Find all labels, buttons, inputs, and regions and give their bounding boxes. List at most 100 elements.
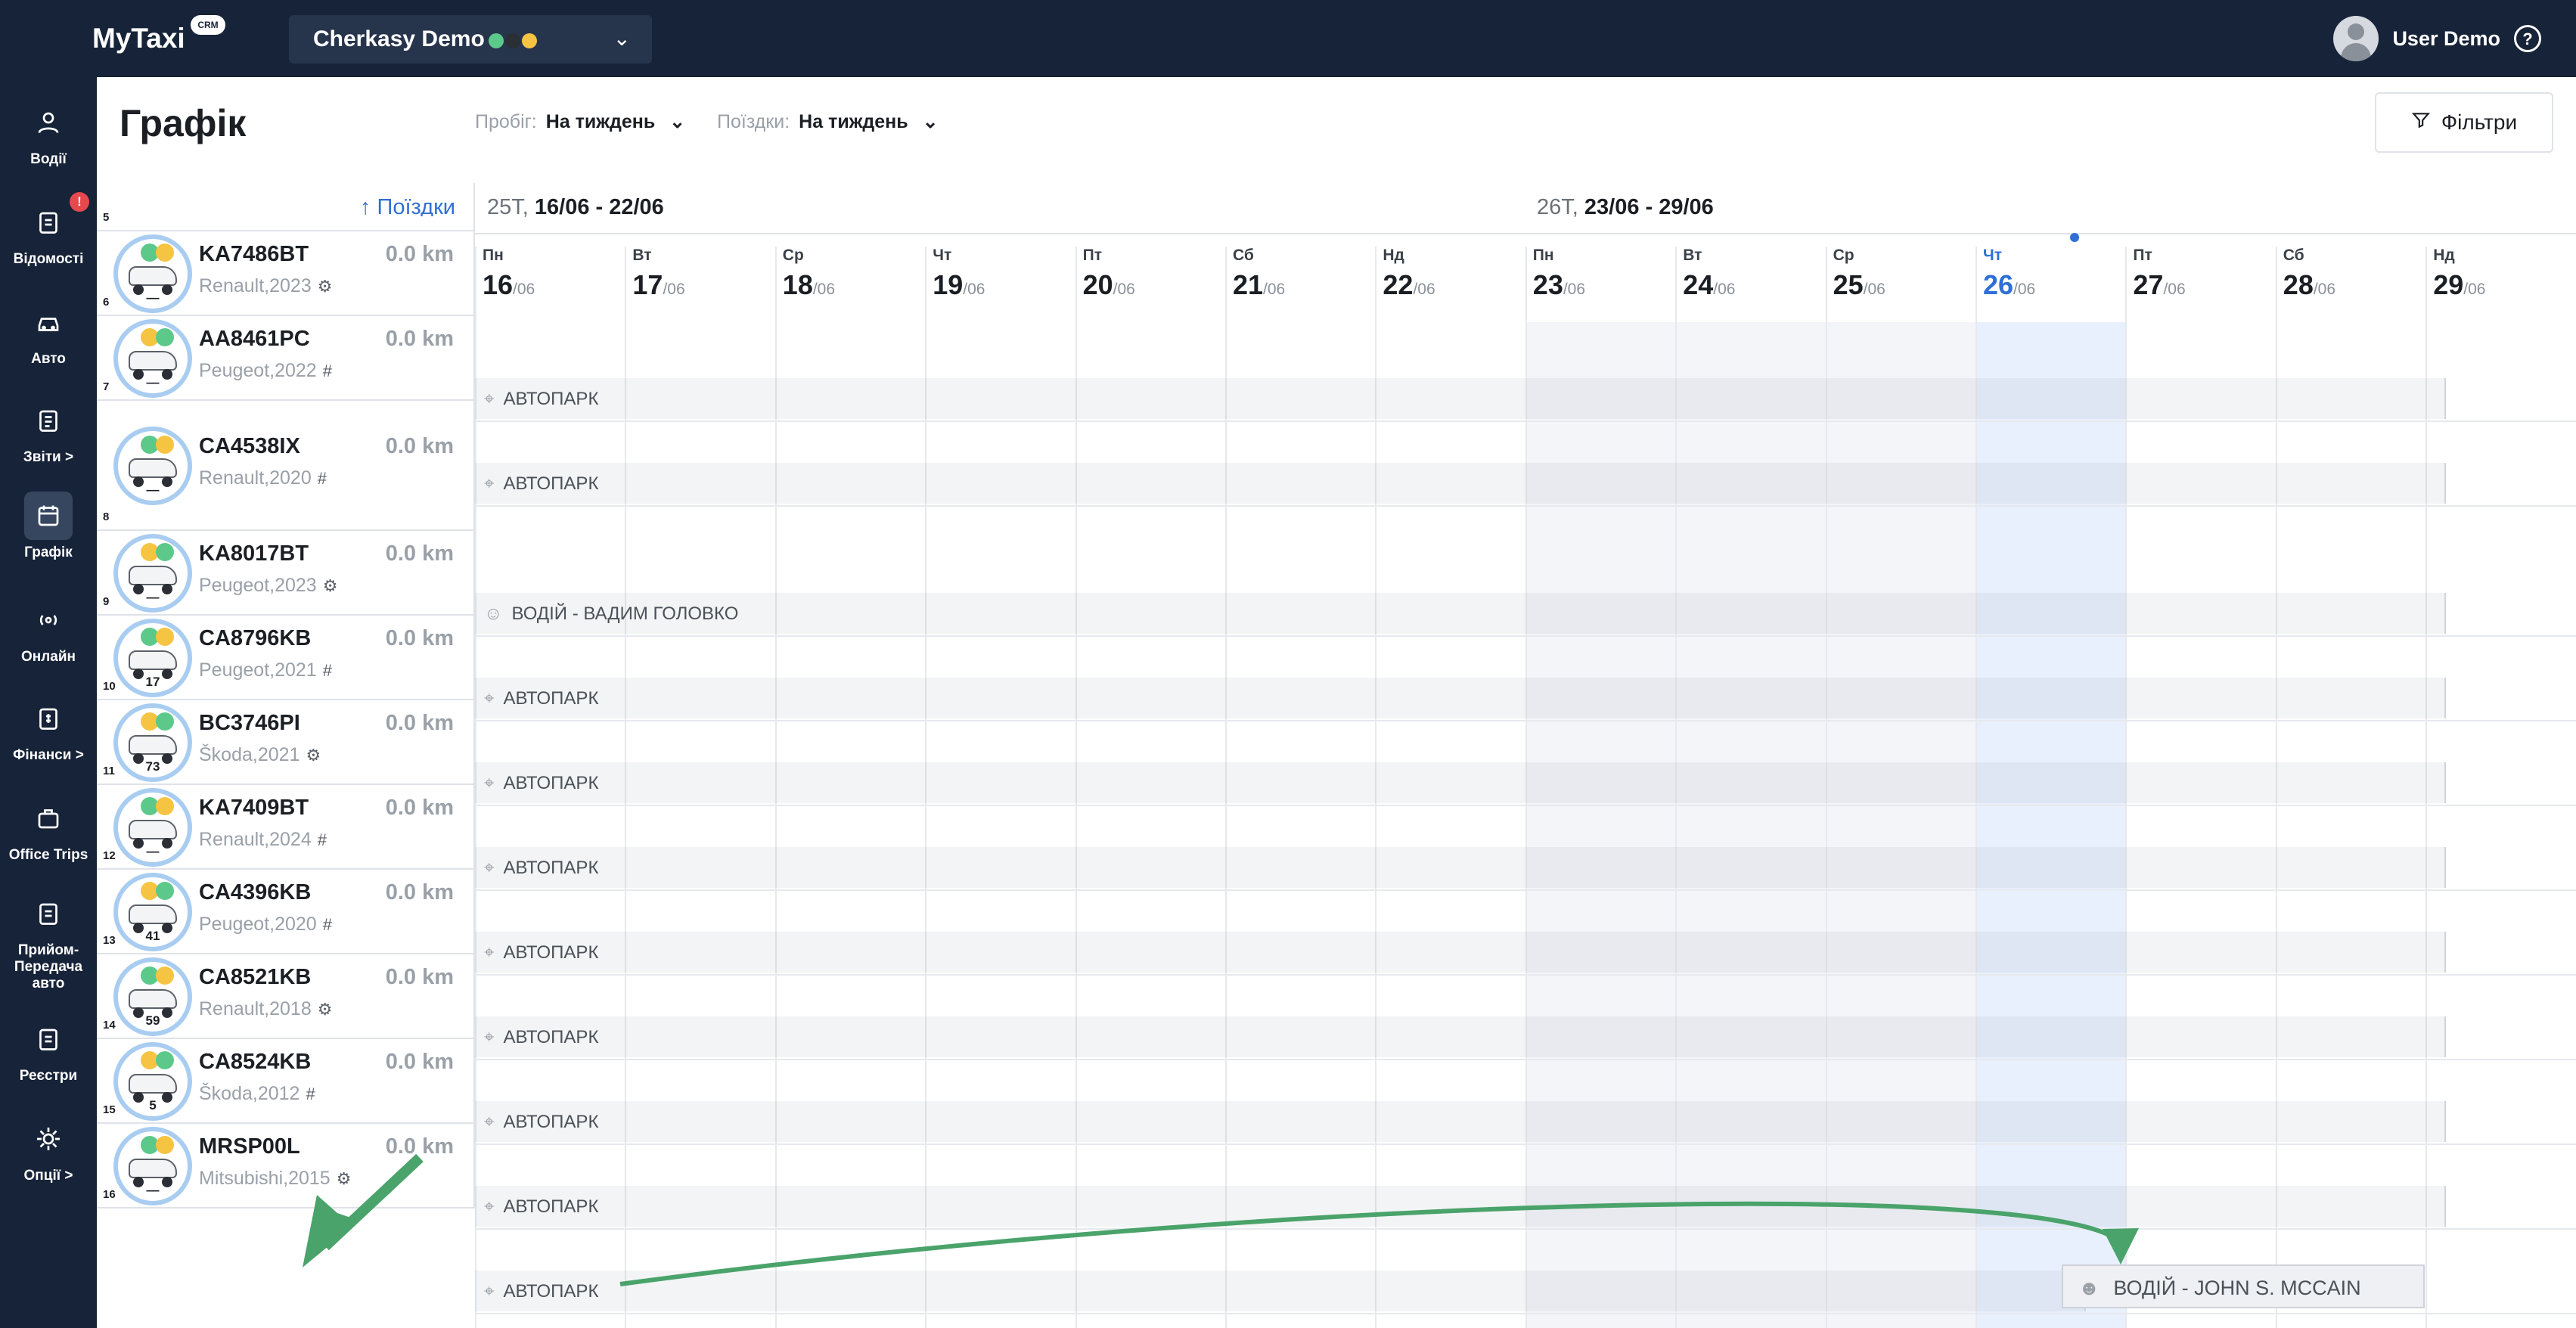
- mileage: 0.0 km: [385, 711, 454, 735]
- day-header[interactable]: Сб 28/06: [2275, 247, 2426, 322]
- sidebar-item-10[interactable]: Опції >: [0, 1115, 97, 1184]
- sidebar-item-7[interactable]: Office Trips: [0, 794, 97, 864]
- sidebar-item-2[interactable]: Авто: [0, 298, 97, 368]
- day-date: 22/06: [1383, 269, 1525, 301]
- filters-button[interactable]: Фільтри: [2375, 92, 2553, 153]
- vehicle-row[interactable]: 6 — KA7486BT 0.0 km Renault,2023 ⚙: [97, 231, 475, 316]
- schedule-assignment[interactable]: ⌖ АВТОПАРК: [475, 463, 2446, 504]
- vehicle-row[interactable]: 10 17 CA8796KB 0.0 km Peugeot,2021 #: [97, 616, 475, 700]
- assignment-text: АВТОПАРК: [503, 1196, 599, 1217]
- day-header[interactable]: Ср 18/06: [774, 247, 926, 322]
- app-logo[interactable]: MyTaxi: [92, 23, 185, 54]
- vehicle-row[interactable]: 16 — MRSP00L 0.0 km Mitsubishi,2015 ⚙: [97, 1124, 475, 1209]
- sidebar-item-9[interactable]: Реєстри: [0, 1015, 97, 1084]
- schedule-assignment[interactable]: ⌖ АВТОПАРК: [475, 762, 2446, 803]
- assignment-driver-john-mccain[interactable]: ☻ ВОДІЙ - JOHN S. MCCAIN: [2062, 1264, 2425, 1308]
- day-weekday: Пт: [2133, 247, 2152, 264]
- sidebar-item-8[interactable]: Прийом-Передача авто: [0, 889, 97, 992]
- location-pin-icon: ⌖: [484, 942, 495, 963]
- schedule-assignment[interactable]: ⌖ АВТОПАРК: [475, 678, 2446, 718]
- vehicle-photo: —: [113, 234, 192, 313]
- vehicle-row[interactable]: 13 41 CA4396KB 0.0 km Peugeot,2020 #: [97, 870, 475, 954]
- current-time-marker: [2070, 233, 2079, 242]
- mileage-value: На тиждень: [545, 111, 656, 132]
- vehicle-row[interactable]: 12 — KA7409BT 0.0 km Renault,2024 #: [97, 785, 475, 870]
- day-header[interactable]: Пт 20/06: [1075, 247, 1226, 322]
- briefcase-icon: [24, 794, 73, 842]
- row-number: 11: [103, 765, 115, 777]
- mileage: 0.0 km: [385, 242, 454, 266]
- chevron-down-icon: ⌄: [613, 26, 631, 50]
- user-menu[interactable]: User Demo ?: [2333, 15, 2541, 62]
- organization-selector[interactable]: Cherkasy Demo ⌄: [289, 15, 652, 64]
- sidebar: Водії ! Відомості Авто Звіти > Графік Онлайн Фі…: [0, 77, 97, 1328]
- sidebar-item-4[interactable]: Графік: [0, 492, 97, 561]
- row-number: 7: [103, 380, 110, 393]
- day-header[interactable]: Пн 16/06: [475, 247, 625, 322]
- license-plate: KA8017BT: [199, 541, 309, 566]
- day-header[interactable]: Ср 25/06: [1825, 247, 1976, 322]
- schedule-assignment[interactable]: ☺ ВОДІЙ - ВАДИМ ГОЛОВКО: [475, 593, 2446, 634]
- vehicle-row[interactable]: 14 59 CA8521KB 0.0 km Renault,2018 ⚙: [97, 954, 475, 1039]
- day-header[interactable]: Чт 19/06: [925, 247, 1075, 322]
- day-header[interactable]: Пн 23/06: [1525, 247, 1676, 322]
- sidebar-item-1[interactable]: ! Відомості: [0, 192, 97, 268]
- sidebar-item-0[interactable]: Водії: [0, 98, 97, 168]
- filter-icon: [2411, 110, 2431, 135]
- vehicle-row[interactable]: 8 — CA4538IX 0.0 km Renault,2020 #: [97, 401, 475, 531]
- location-pin-icon: ⌖: [484, 1281, 495, 1302]
- schedule-row: ⌖ АВТОПАРК: [475, 422, 2576, 507]
- vehicle-row[interactable]: 9 — KA8017BT 0.0 km Peugeot,2023 ⚙: [97, 531, 475, 616]
- vehicle-row[interactable]: 11 73 BC3746PI 0.0 km Škoda,2021 ⚙: [97, 700, 475, 785]
- vehicle-model: Renault,2023 ⚙: [199, 275, 332, 297]
- vehicle-row[interactable]: 7 — AA8461PC 0.0 km Peugeot,2022 #: [97, 316, 475, 401]
- vehicle-number: 5: [149, 1098, 157, 1112]
- mileage-filter[interactable]: Пробіг: На тиждень ⌄: [475, 110, 685, 133]
- row-number: 8: [103, 510, 110, 523]
- day-header[interactable]: Сб 21/06: [1225, 247, 1376, 322]
- day-header[interactable]: Нд 29/06: [2425, 247, 2576, 322]
- schedule-assignment[interactable]: ⌖ АВТОПАРК: [475, 1016, 2446, 1057]
- schedule-assignment[interactable]: ⌖ АВТОПАРК: [475, 1101, 2446, 1142]
- assignment-label: ⌖ АВТОПАРК: [484, 1196, 598, 1218]
- mileage: 0.0 km: [385, 626, 454, 650]
- sidebar-item-5[interactable]: Онлайн: [0, 596, 97, 666]
- license-plate: BC3746PI: [199, 711, 300, 735]
- day-header[interactable]: Вт 24/06: [1675, 247, 1826, 322]
- vehicle-number: —: [146, 375, 160, 389]
- row-number: 10: [103, 680, 116, 693]
- gear-icon: [24, 1115, 73, 1163]
- trips-filter[interactable]: Поїздки: На тиждень ⌄: [717, 110, 939, 133]
- day-header[interactable]: Нд 22/06: [1375, 247, 1525, 322]
- vehicle-model: Škoda,2012 #: [199, 1083, 315, 1105]
- day-date: 25/06: [1833, 269, 1976, 301]
- finance-icon: [24, 694, 73, 743]
- day-header[interactable]: Пт 27/06: [2125, 247, 2276, 322]
- manual-transmission-icon: #: [322, 661, 332, 680]
- day-number: 22: [1383, 269, 1414, 300]
- schedule-assignment[interactable]: ⌖ АВТОПАРК: [475, 932, 2446, 973]
- sidebar-item-3[interactable]: Звіти >: [0, 396, 97, 466]
- sidebar-item-6[interactable]: Фінанси >: [0, 694, 97, 764]
- help-icon[interactable]: ?: [2514, 25, 2541, 52]
- manual-transmission-icon: #: [317, 469, 327, 488]
- day-header[interactable]: Чт 26/06: [1975, 247, 2126, 322]
- schedule-assignment[interactable]: ⌖ АВТОПАРК: [475, 1186, 2446, 1227]
- vehicle-model: Mitsubishi,2015 ⚙: [199, 1168, 351, 1190]
- schedule-assignment[interactable]: ⌖ АВТОПАРК: [475, 1271, 2086, 1311]
- car-icon: [129, 735, 177, 755]
- vehicle-row[interactable]: 15 5 CA8524KB 0.0 km Škoda,2012 #: [97, 1039, 475, 1124]
- model-year: Renault,2023: [199, 275, 312, 296]
- day-month: /06: [1713, 281, 1736, 298]
- day-header[interactable]: Вт 17/06: [625, 247, 775, 322]
- day-date: 27/06: [2133, 269, 2276, 301]
- schedule-assignment[interactable]: ⌖ АВТОПАРК: [475, 378, 2446, 419]
- statements-icon: [24, 198, 73, 247]
- schedule-assignment[interactable]: ⌖ АВТОПАРК: [475, 847, 2446, 888]
- day-date: 19/06: [933, 269, 1075, 301]
- day-number: 18: [782, 269, 813, 300]
- assignment-text: АВТОПАРК: [503, 942, 599, 963]
- model-year: Škoda,2021: [199, 744, 300, 765]
- schedule-row: ⌖ АВТОПАРК: [475, 891, 2576, 976]
- model-year: Renault,2020: [199, 467, 312, 489]
